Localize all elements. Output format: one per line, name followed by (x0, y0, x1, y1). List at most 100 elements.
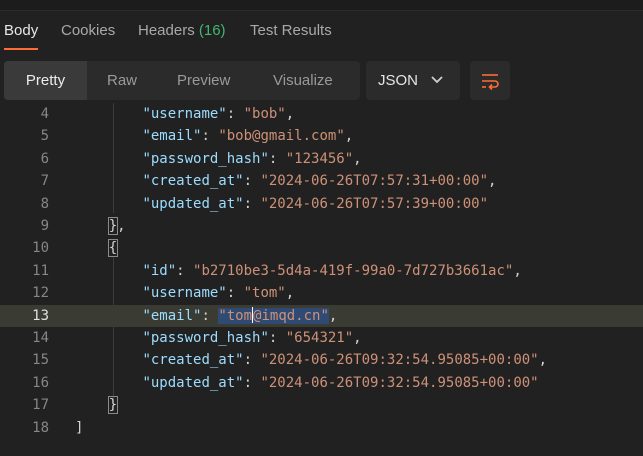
punctuation: : (201, 307, 219, 324)
wrap-lines-button[interactable] (470, 61, 510, 100)
code-text: "email": "bob@gmail.com", (75, 125, 353, 147)
punctuation: : (268, 150, 286, 167)
code-line: 10 { (0, 237, 643, 259)
json-string: "bob@gmail.com" (218, 128, 345, 145)
code-line: 16 "updated_at": "2024-06-26T09:32:54.95… (0, 372, 643, 394)
code-text: "created_at": "2024-06-26T09:32:54.95085… (75, 349, 547, 371)
code-line: 12 "username": "tom", (0, 282, 643, 304)
json-string: "bob" (243, 106, 286, 122)
text-cursor (252, 306, 254, 323)
punctuation: : (201, 128, 219, 145)
view-visualize-button[interactable]: Visualize (273, 61, 333, 100)
json-string-selected: "tom@imqd.cn" (218, 306, 329, 324)
line-number: 8 (40, 195, 49, 212)
line-number: 7 (40, 173, 49, 190)
json-key: "email" (142, 128, 202, 145)
code-line: 6 "password_hash": "123456", (0, 148, 643, 170)
top-strip (0, 0, 643, 11)
code-text: "email": "tom@imqd.cn", (75, 305, 337, 327)
code-text: "created_at": "2024-06-26T07:57:31+00:00… (75, 170, 496, 192)
line-number: 6 (40, 150, 49, 167)
line-number: 12 (32, 285, 49, 302)
code-text: }, (75, 215, 126, 237)
json-key: "updated_at" (142, 374, 244, 391)
code-line: 9 }, (0, 215, 643, 237)
code-line: 13 "email": "tom@imqd.cn", (0, 304, 643, 327)
view-preview-button[interactable]: Preview (177, 61, 230, 100)
line-number: 18 (32, 419, 49, 436)
code-text: "updated_at": "2024-06-26T09:32:54.95085… (75, 372, 539, 394)
view-pretty-button[interactable]: Pretty (4, 61, 87, 100)
view-raw-button[interactable]: Raw (107, 61, 137, 100)
punctuation: , (344, 128, 354, 145)
json-key: "username" (142, 106, 227, 122)
punctuation: , (285, 106, 295, 122)
json-string: "tom" (243, 285, 286, 302)
punctuation: : (243, 374, 261, 391)
punctuation: , (513, 262, 522, 279)
punctuation: , (353, 150, 362, 167)
punctuation: , (285, 285, 295, 302)
code-text: "id": "b2710be3-5d4a-419f-99a0-7d727b366… (75, 260, 522, 282)
json-string: "2024-06-26T09:32:54.95085+00:00" (260, 374, 539, 391)
code-text: } (75, 394, 119, 416)
punctuation: : (226, 106, 244, 122)
line-number: 16 (32, 374, 49, 391)
punctuation: : (268, 330, 286, 346)
json-key: "created_at" (142, 352, 244, 369)
response-tabs: Body Cookies Headers (16) Test Results (0, 14, 643, 50)
code-line: 8 "updated_at": "2024-06-26T07:57:39+00:… (0, 193, 643, 215)
json-key: "username" (142, 285, 227, 302)
punctuation: : (243, 195, 261, 212)
line-number: 15 (32, 352, 49, 369)
response-body-editor[interactable]: 4 "username": "bob", 5 "email": "bob@gmai… (0, 103, 643, 456)
punctuation: : (243, 352, 261, 369)
format-dropdown[interactable]: JSON (366, 61, 460, 100)
punctuation: , (117, 218, 126, 234)
json-string: "2024-06-26T07:57:39+00:00" (260, 195, 489, 212)
json-key: "password_hash" (142, 150, 269, 167)
punctuation: : (243, 173, 261, 190)
code-line: 15 "created_at": "2024-06-26T09:32:54.95… (0, 349, 643, 371)
code-line: 11 "id": "b2710be3-5d4a-419f-99a0-7d727b… (0, 260, 643, 282)
json-string: "654321" (285, 330, 354, 346)
json-key: "created_at" (142, 173, 244, 190)
tab-cookies[interactable]: Cookies (61, 14, 115, 48)
view-mode-bar: Pretty Raw Preview Visualize (4, 61, 360, 100)
json-key: "updated_at" (142, 195, 244, 212)
code-text: "username": "bob", (75, 103, 294, 125)
wrap-lines-icon (482, 74, 499, 91)
punctuation: , (538, 352, 548, 369)
line-number: 11 (32, 262, 49, 279)
tab-headers[interactable]: Headers (16) (138, 14, 226, 48)
line-number: 10 (32, 240, 49, 257)
code-line: 14 "password_hash": "654321", (0, 327, 643, 349)
punctuation: , (328, 307, 338, 324)
bracket: } (107, 396, 119, 415)
punctuation: , (488, 173, 497, 190)
tab-body[interactable]: Body (4, 14, 39, 50)
line-number: 5 (40, 128, 49, 145)
code-text: "password_hash": "654321", (75, 327, 362, 349)
punctuation: , (353, 330, 362, 346)
line-number: 9 (40, 218, 49, 234)
code-line: 18] (0, 417, 643, 439)
chevron-down-icon (431, 76, 443, 84)
json-string: "2024-06-26T07:57:31+00:00" (260, 173, 489, 190)
bracket: } (107, 217, 119, 235)
code-line: 17 } (0, 394, 643, 416)
code-text: ] (75, 417, 83, 439)
line-number: 13 (32, 307, 49, 324)
code-text: "username": "tom", (75, 282, 294, 304)
line-number: 14 (32, 330, 49, 346)
headers-count-badge: (16) (198, 22, 226, 39)
code-line: 5 "email": "bob@gmail.com", (0, 125, 643, 147)
tab-test-results[interactable]: Test Results (250, 14, 332, 48)
punctuation: : (176, 262, 194, 279)
json-key: "id" (142, 262, 177, 279)
code-text: "updated_at": "2024-06-26T07:57:39+00:00… (75, 193, 488, 215)
line-number: 4 (40, 106, 49, 122)
code-line: 4 "username": "bob", (0, 103, 643, 125)
line-number: 17 (32, 397, 49, 414)
punctuation: : (226, 285, 244, 302)
